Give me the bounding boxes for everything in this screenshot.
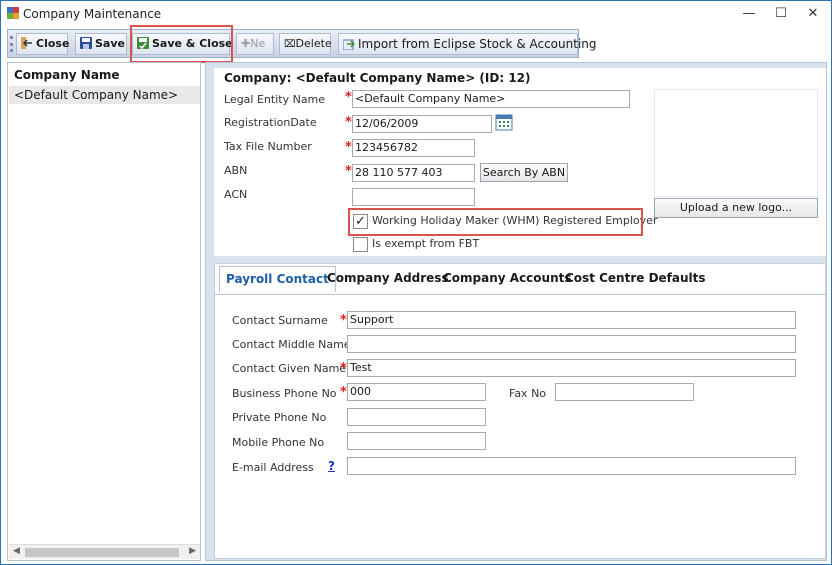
import-icon [343, 39, 355, 50]
calendar-icon[interactable] [495, 113, 513, 131]
tab-company-accounts[interactable]: Company Accounts [437, 266, 578, 292]
import-button-label: Import from Eclipse Stock & Accounting [358, 37, 597, 51]
scroll-left-icon[interactable]: ◀ [13, 546, 20, 556]
fbt-checkbox[interactable] [353, 237, 368, 252]
tab-divider [215, 294, 825, 295]
email-input[interactable] [347, 457, 796, 475]
company-details-box: Company: <Default Company Name> (ID: 12)… [214, 68, 826, 256]
registration-date-label: RegistrationDate [224, 116, 317, 129]
acn-label: ACN [224, 188, 248, 201]
import-button[interactable]: Import from Eclipse Stock & Accounting [338, 33, 597, 55]
company-list-panel: Company Name <Default Company Name> ◀ ▶ [7, 62, 201, 561]
acn-input[interactable] [352, 188, 475, 206]
email-label: E-mail Address [232, 461, 314, 474]
app-icon [6, 6, 20, 20]
given-name-input[interactable]: Test [347, 359, 796, 377]
tax-file-label: Tax File Number [224, 140, 312, 153]
tab-cost-centre-defaults[interactable]: Cost Centre Defaults [559, 266, 712, 292]
abn-label: ABN [224, 164, 248, 177]
company-list-header: Company Name [14, 68, 120, 82]
scrollbar-thumb[interactable] [25, 548, 179, 557]
close-arrow-icon [21, 37, 32, 49]
middle-name-label: Contact Middle Name [232, 338, 351, 351]
plus-icon: ✚ [241, 37, 251, 50]
logo-image-area [654, 89, 818, 197]
new-button[interactable]: ✚Ne [236, 33, 274, 55]
delete-button[interactable]: ⌧Delete [279, 33, 332, 55]
required-marker: * [345, 90, 352, 105]
mobile-phone-input[interactable] [347, 432, 486, 450]
legal-entity-label: Legal Entity Name [224, 93, 326, 106]
required-marker: * [345, 115, 352, 130]
close-window-button[interactable]: ✕ [798, 4, 828, 24]
toolbar: Close Save Save & Close ✚Ne ⌧Delete Impo… [7, 29, 597, 58]
close-button[interactable]: Close [16, 33, 70, 55]
title-bar: Company Maintenance — ☐ ✕ [1, 1, 831, 27]
scroll-right-icon[interactable]: ▶ [189, 546, 196, 556]
upload-logo-button[interactable]: Upload a new logo... [654, 198, 818, 218]
email-help-link[interactable]: ? [328, 459, 335, 473]
required-marker: * [340, 361, 347, 376]
tab-payroll-contact[interactable]: Payroll Contact [219, 266, 336, 292]
delete-button-label: Delete [295, 37, 332, 50]
close-button-label: Close [36, 37, 70, 50]
search-abn-button[interactable]: Search By ABN [480, 163, 568, 182]
required-marker: * [340, 385, 347, 400]
minimize-button[interactable]: — [734, 4, 764, 24]
delete-x-icon: ⌧ [284, 39, 296, 50]
business-phone-input[interactable]: 000 [347, 383, 486, 401]
mobile-phone-label: Mobile Phone No [232, 436, 325, 449]
maximize-button[interactable]: ☐ [766, 4, 796, 24]
new-button-label: Ne [250, 37, 266, 50]
save-close-highlight [130, 25, 233, 63]
fax-label: Fax No [509, 387, 547, 400]
surname-label: Contact Surname [232, 314, 328, 327]
company-maintenance-window: Company Maintenance — ☐ ✕ Close Save Sav… [0, 0, 832, 565]
tax-file-input[interactable]: 123456782 [352, 139, 475, 157]
surname-input[interactable]: Support [347, 311, 796, 329]
required-marker: * [340, 313, 347, 328]
whm-highlight [348, 208, 643, 236]
tab-container: Payroll Contact Company Address Company … [214, 263, 826, 559]
window-title: Company Maintenance [23, 7, 162, 21]
registration-date-input[interactable]: 12/06/2009 [352, 115, 492, 133]
private-phone-label: Private Phone No [232, 411, 327, 424]
required-marker: * [345, 140, 352, 155]
company-list-item[interactable]: <Default Company Name> [9, 86, 200, 104]
fax-input[interactable] [555, 383, 694, 401]
business-phone-label: Business Phone No [232, 387, 337, 400]
toolbar-grip[interactable] [10, 36, 13, 52]
company-detail-panel: Company: <Default Company Name> (ID: 12)… [205, 62, 827, 561]
private-phone-input[interactable] [347, 408, 486, 426]
abn-input[interactable]: 28 110 577 403 [352, 164, 475, 182]
legal-entity-input[interactable]: <Default Company Name> [352, 90, 630, 108]
save-button[interactable]: Save [75, 33, 127, 55]
middle-name-input[interactable] [347, 335, 796, 353]
tab-company-address[interactable]: Company Address [321, 266, 455, 292]
fbt-label: Is exempt from FBT [372, 237, 480, 250]
save-disk-icon [80, 37, 92, 49]
required-marker: * [345, 164, 352, 179]
company-title: Company: <Default Company Name> (ID: 12) [224, 71, 531, 85]
horizontal-scrollbar[interactable]: ◀ ▶ [9, 544, 200, 559]
save-button-label: Save [95, 37, 125, 50]
given-name-label: Contact Given Name [232, 362, 347, 375]
